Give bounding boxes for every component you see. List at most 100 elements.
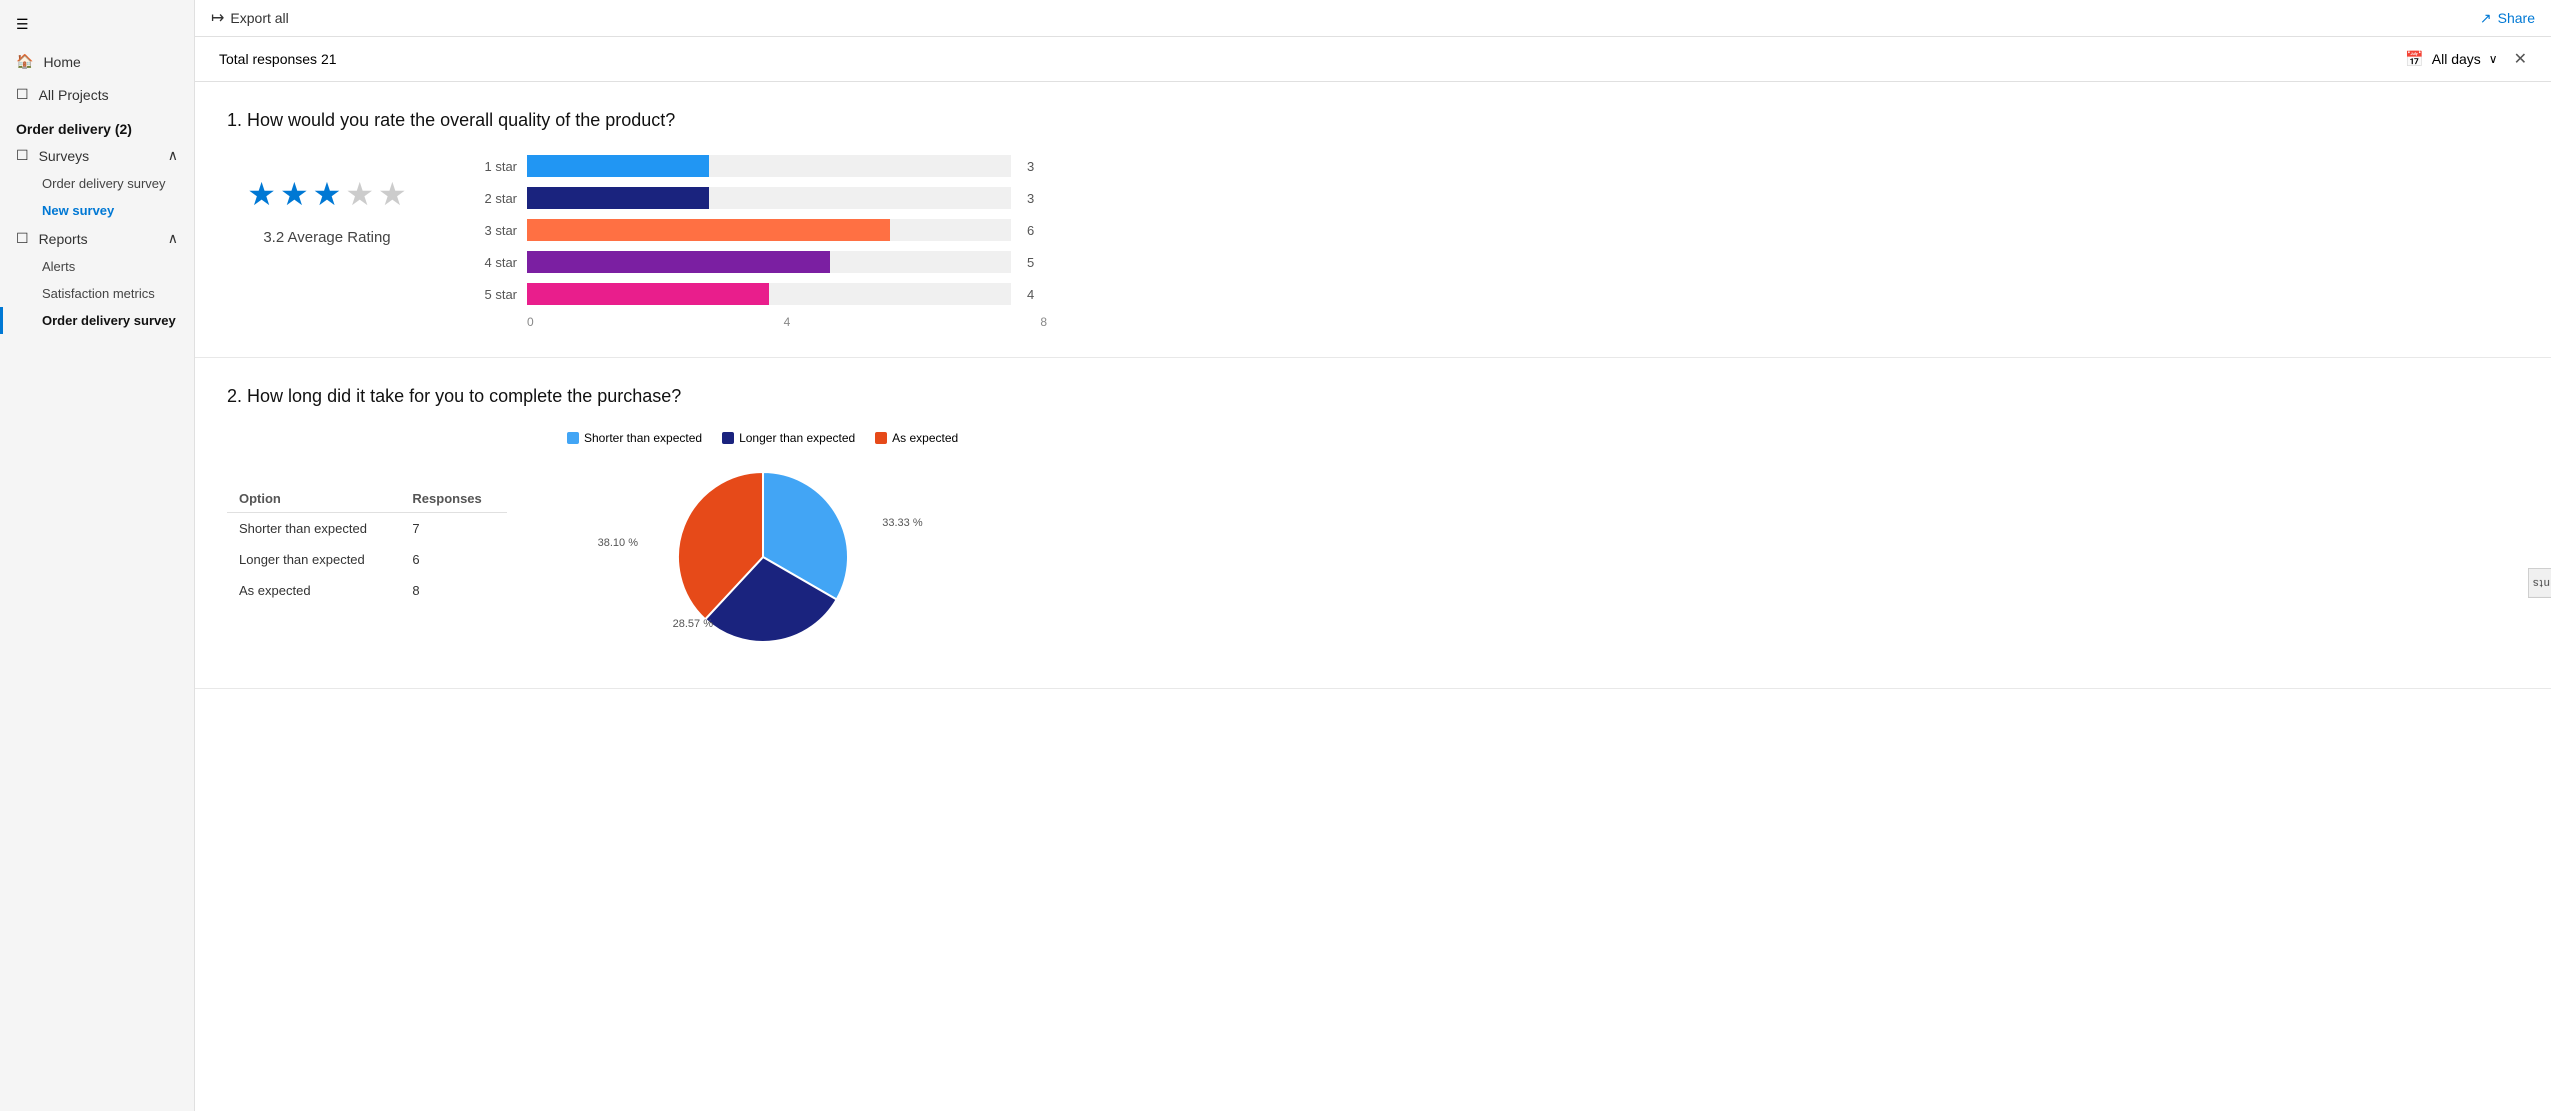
star-5: ★: [378, 175, 407, 213]
reports-label: Reports: [39, 231, 88, 247]
legend-dot: [567, 432, 579, 444]
chart-axis: 0 4 8: [467, 315, 1047, 329]
sidebar-item-all-projects[interactable]: ☐ All Projects: [0, 78, 194, 111]
question-2-title: 2. How long did it take for you to compl…: [227, 386, 2519, 407]
bar-value: 5: [1027, 255, 1047, 270]
bar-fill: [527, 283, 769, 305]
hamburger-menu[interactable]: ☰: [0, 8, 194, 45]
legend-dot: [875, 432, 887, 444]
share-icon: ↗: [2480, 10, 2492, 27]
bar-fill: [527, 155, 709, 177]
star-1: ★: [247, 175, 276, 213]
question-2-content: Option Responses Shorter than expected 7…: [227, 431, 2519, 660]
bar-track: [527, 187, 1011, 209]
bar-chart-rows: 1 star 3 2 star 3 3 star 6 4 star 5 5 st…: [467, 155, 1047, 305]
hamburger-icon: ☰: [16, 16, 29, 32]
respondents-tab[interactable]: Respondents: [2528, 567, 2551, 597]
bar-row: 4 star 5: [467, 251, 1047, 273]
bar-track: [527, 219, 1011, 241]
bar-fill: [527, 251, 830, 273]
legend-item: Longer than expected: [722, 431, 855, 445]
bar-value: 3: [1027, 191, 1047, 206]
export-button[interactable]: ↦ Export all: [211, 8, 289, 28]
bar-value: 4: [1027, 287, 1047, 302]
responses-bar: Total responses 21 📅 All days ∨ ✕: [195, 37, 2551, 82]
all-projects-label: All Projects: [39, 87, 109, 103]
bar-chart-q1: 1 star 3 2 star 3 3 star 6 4 star 5 5 st…: [467, 155, 1047, 329]
star-rating: ★ ★ ★ ★ ★: [247, 175, 406, 213]
projects-icon: ☐: [16, 86, 29, 103]
bar-row: 5 star 4: [467, 283, 1047, 305]
reports-chevron-icon: ∧: [168, 230, 178, 247]
share-button[interactable]: ↗ Share: [2480, 10, 2535, 27]
legend-dot: [722, 432, 734, 444]
star-3: ★: [313, 175, 342, 213]
bar-row: 2 star 3: [467, 187, 1047, 209]
table-row: As expected 8: [227, 575, 507, 606]
bar-track: [527, 251, 1011, 273]
q2-number: 2.: [227, 386, 242, 406]
bar-label: 1 star: [467, 159, 517, 174]
pie-label-as-expected: 38.10 %: [598, 537, 638, 549]
total-responses: Total responses 21: [219, 51, 337, 67]
reports-group-header[interactable]: ☐ Reports ∧: [0, 224, 194, 253]
options-table: Option Responses Shorter than expected 7…: [227, 485, 507, 606]
sidebar: ☰ 🏠 Home ☐ All Projects Order delivery (…: [0, 0, 195, 1111]
star-4: ★: [345, 175, 374, 213]
reports-icon: ☐: [16, 230, 29, 247]
bar-fill: [527, 187, 709, 209]
bar-label: 5 star: [467, 287, 517, 302]
pie-chart-container: Shorter than expected Longer than expect…: [567, 431, 958, 660]
question-1-card: 1. How would you rate the overall qualit…: [195, 82, 2551, 358]
report-item-1-label: Satisfaction metrics: [42, 286, 155, 301]
surveys-chevron-icon: ∧: [168, 147, 178, 164]
bar-fill: [527, 219, 890, 241]
surveys-icon: ☐: [16, 147, 29, 164]
col-responses-header: Responses: [400, 485, 507, 513]
surveys-label: Surveys: [39, 148, 90, 164]
respondents-label: Respondents: [2532, 576, 2551, 588]
option-count: 7: [400, 513, 507, 545]
question-1-title: 1. How would you rate the overall qualit…: [227, 110, 2519, 131]
bar-label: 4 star: [467, 255, 517, 270]
survey-item-1-label: New survey: [42, 203, 114, 218]
option-count: 6: [400, 544, 507, 575]
sidebar-item-new-survey[interactable]: New survey: [0, 197, 194, 224]
sidebar-item-alerts[interactable]: Alerts: [0, 253, 194, 280]
pie-legend: Shorter than expected Longer than expect…: [567, 431, 958, 445]
axis-0: 0: [527, 315, 534, 329]
options-table-body: Shorter than expected 7 Longer than expe…: [227, 513, 507, 607]
bar-label: 3 star: [467, 223, 517, 238]
content-area: 1. How would you rate the overall qualit…: [195, 82, 2551, 1111]
sidebar-item-satisfaction-metrics[interactable]: Satisfaction metrics: [0, 280, 194, 307]
pie-chart-wrapper: 33.33 % 28.57 % 38.10 %: [663, 457, 863, 660]
bar-label: 2 star: [467, 191, 517, 206]
bar-value: 6: [1027, 223, 1047, 238]
sidebar-item-order-delivery-survey[interactable]: Order delivery survey: [0, 170, 194, 197]
report-item-2-label: Order delivery survey: [42, 313, 176, 328]
axis-8: 8: [1040, 315, 1047, 329]
option-count: 8: [400, 575, 507, 606]
col-option-header: Option: [227, 485, 400, 513]
star-2: ★: [280, 175, 309, 213]
sidebar-item-order-delivery-survey-report[interactable]: Order delivery survey: [0, 307, 194, 334]
main-content: ↦ Export all ↗ Share Total responses 21 …: [195, 0, 2551, 1111]
sidebar-item-home[interactable]: 🏠 Home: [0, 45, 194, 78]
bar-track: [527, 155, 1011, 177]
filter-chevron-icon[interactable]: ∨: [2489, 52, 2498, 66]
collapse-icon[interactable]: ✕: [2514, 49, 2527, 69]
days-filter-label[interactable]: All days: [2432, 51, 2481, 67]
option-label: Shorter than expected: [227, 513, 400, 545]
option-label: As expected: [227, 575, 400, 606]
question-2-card: 2. How long did it take for you to compl…: [195, 358, 2551, 689]
table-row: Longer than expected 6: [227, 544, 507, 575]
bar-track: [527, 283, 1011, 305]
reports-group-left: ☐ Reports: [16, 230, 88, 247]
surveys-group-header[interactable]: ☐ Surveys ∧: [0, 141, 194, 170]
bar-row: 3 star 6: [467, 219, 1047, 241]
pie-label-longer: 28.57 %: [673, 618, 713, 630]
avg-rating-label: 3.2 Average Rating: [263, 229, 390, 246]
option-label: Longer than expected: [227, 544, 400, 575]
export-icon: ↦: [211, 8, 224, 28]
calendar-icon: 📅: [2405, 50, 2424, 68]
